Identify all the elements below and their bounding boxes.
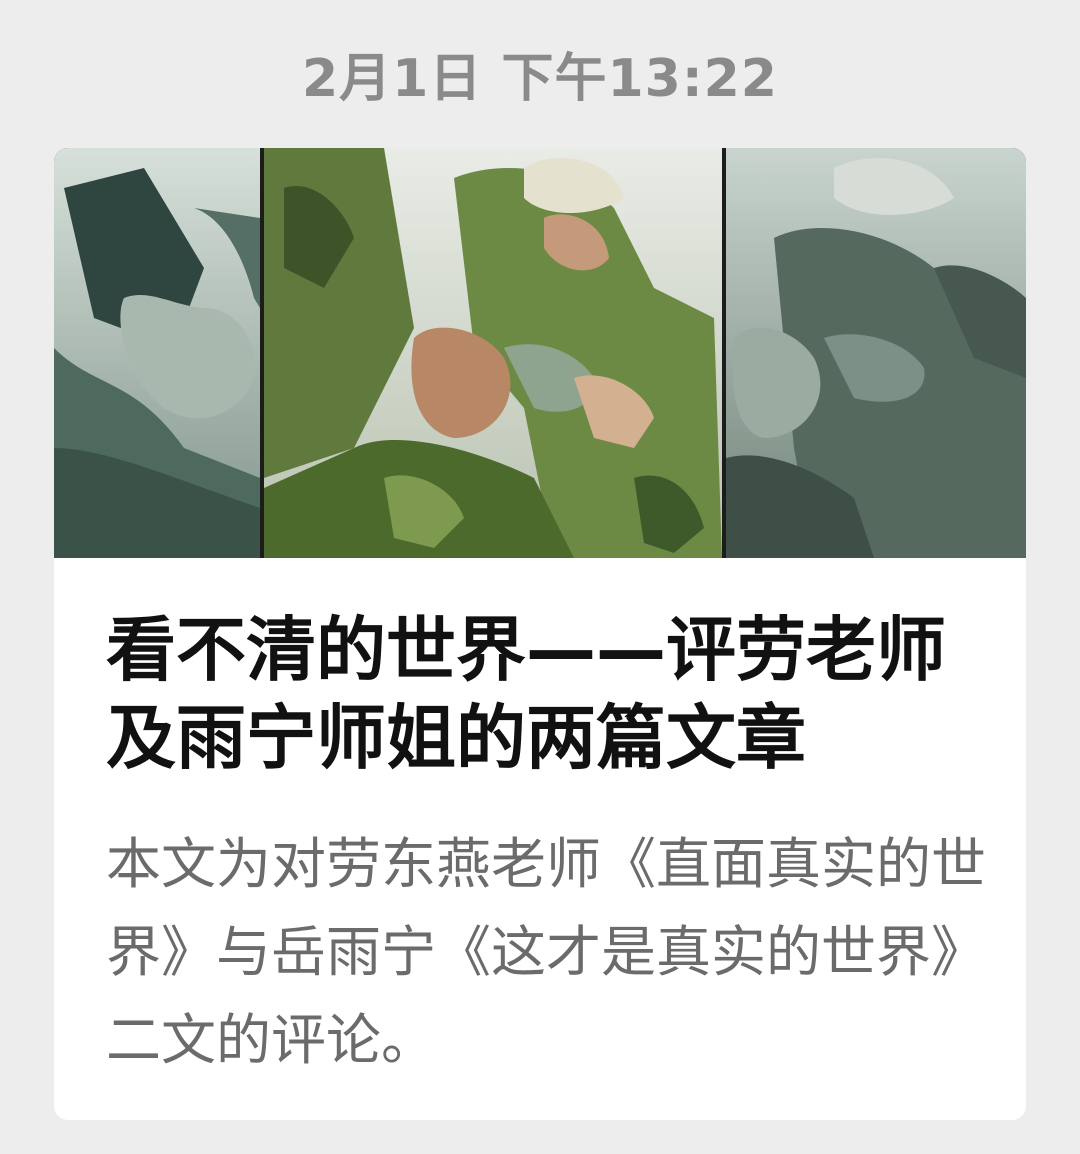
article-cover-image	[54, 148, 1026, 558]
message-timestamp: 2月1日 下午13:22	[302, 49, 778, 109]
article-title: 看不清的世界——评劳老师及雨宁师姐的两篇文章	[106, 609, 946, 779]
article-digest: 本文为对劳东燕老师《直面真实的世界》与岳雨宁《这才是真实的世界》二文的评论。	[106, 832, 987, 1072]
article-card[interactable]: 看不清的世界——评劳老师及雨宁师姐的两篇文章 本文为对劳东燕老师《直面真实的世界…	[54, 148, 1026, 1120]
